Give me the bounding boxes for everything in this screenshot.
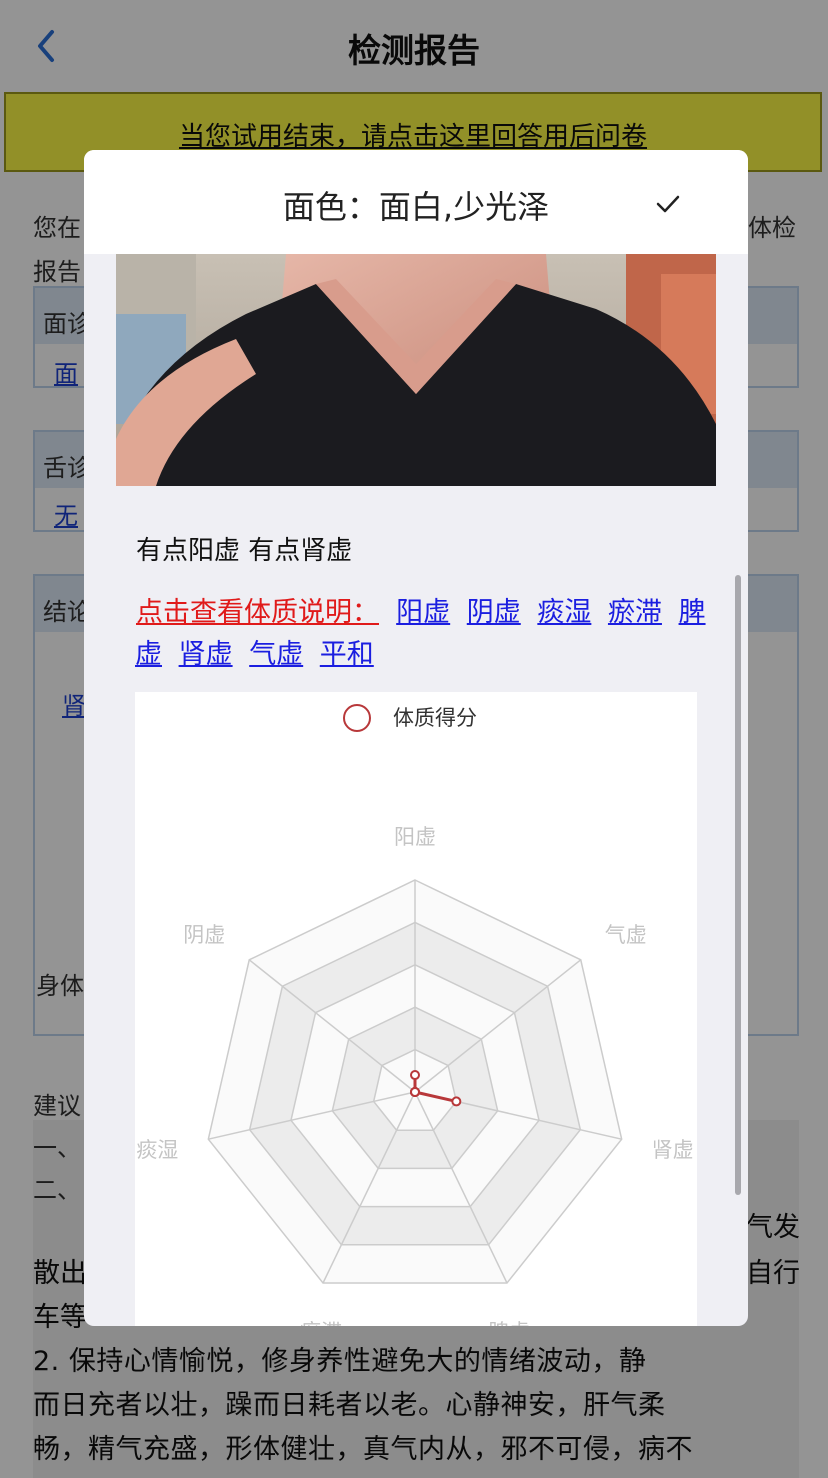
constitution-result: 有点阳虚 有点肾虚: [136, 536, 353, 566]
radar-indicator-label: 脾虚: [488, 1320, 530, 1326]
radar-indicator-label: 气虚: [605, 923, 647, 947]
radar-indicator-label: 肾虚: [652, 1138, 694, 1162]
confirm-button[interactable]: [650, 186, 686, 222]
constitution-links-row: 点击查看体质说明： 阳虚 阴虚 痰湿 瘀滞 脾: [136, 590, 714, 629]
radar-point: [451, 1096, 462, 1107]
constitution-links-row-2: 虚 肾虚 气虚 平和: [135, 632, 382, 671]
legend-marker: [343, 704, 371, 732]
modal-title: 面色：面白,少光泽: [282, 188, 550, 226]
constitution-link-qi-deficiency[interactable]: 气虚: [249, 639, 303, 670]
radar-indicator-label: 阳虚: [394, 825, 436, 849]
constitution-link-spleen-deficiency-cont[interactable]: 虚: [135, 639, 162, 670]
radar-svg: 阳虚气虚肾虚脾虚 瘀滞 痰湿 阴虚 体质得分: [136, 704, 694, 1326]
check-icon: [656, 195, 680, 213]
face-color-modal: 面色：面白,少光泽 有点阳虚 有点肾虚 点击查看体质说明： 阳虚 阴虚 痰湿 瘀…: [84, 150, 748, 1326]
radar-indicator-label: 痰湿: [136, 1138, 178, 1162]
constitution-link-yang-deficiency[interactable]: 阳虚: [396, 597, 450, 628]
legend-label: 体质得分: [393, 706, 477, 730]
constitution-intro-link[interactable]: 点击查看体质说明：: [136, 597, 379, 628]
constitution-link-stasis[interactable]: 瘀滞: [608, 597, 662, 628]
constitution-radar-chart: 阳虚气虚肾虚脾虚 瘀滞 痰湿 阴虚 体质得分: [135, 692, 697, 1326]
constitution-link-phlegm-damp[interactable]: 痰湿: [537, 597, 591, 628]
constitution-link-yin-deficiency[interactable]: 阴虚: [467, 597, 521, 628]
constitution-link-spleen-deficiency[interactable]: 脾: [679, 597, 706, 628]
constitution-link-kidney-deficiency[interactable]: 肾虚: [179, 639, 233, 670]
radar-indicator-label: 阴虚: [183, 923, 225, 947]
radar-point: [410, 1087, 420, 1097]
constitution-link-balanced[interactable]: 平和: [320, 639, 374, 670]
face-photo: [116, 254, 716, 486]
radar-point: [410, 1070, 420, 1081]
modal-header: 面色：面白,少光泽: [84, 150, 748, 254]
face-photo-image: [116, 254, 716, 486]
radar-indicator-label: 瘀滞: [300, 1320, 342, 1326]
modal-scrollbar[interactable]: [735, 575, 741, 1195]
